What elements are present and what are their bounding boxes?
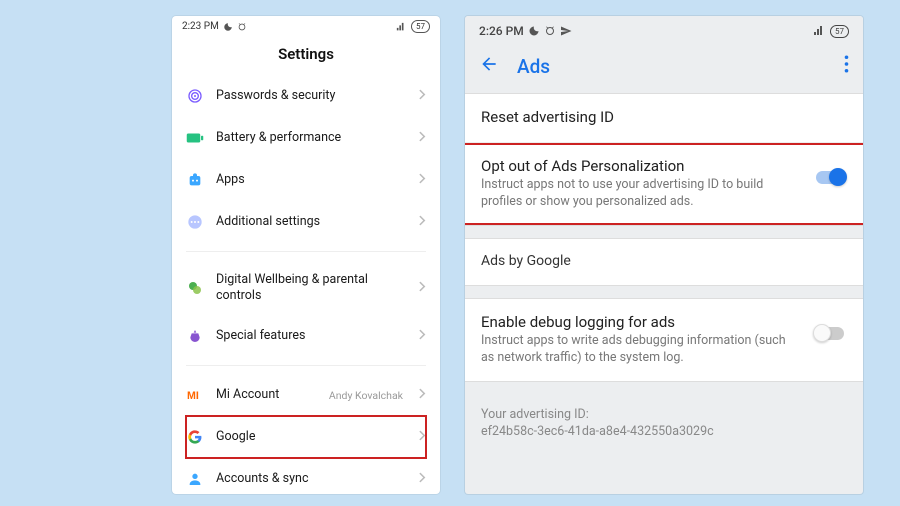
ads-by-google-section: Ads by Google (465, 238, 863, 286)
moon-icon (528, 25, 540, 37)
settings-screen: 2:23 PM 57 Settings Passwords & security… (172, 16, 440, 494)
item-label: Mi Account (216, 387, 317, 403)
divider (186, 251, 426, 252)
alarm-icon (544, 25, 556, 37)
mi-icon: MI (186, 386, 204, 404)
item-description: Instruct apps not to use your advertisin… (481, 177, 801, 211)
settings-list: Passwords & security Battery & performanc… (172, 75, 440, 494)
settings-item-additional-settings[interactable]: Additional settings (186, 201, 426, 243)
item-label: Special features (216, 328, 407, 344)
reset-advertising-id-item[interactable]: Reset advertising ID (465, 94, 863, 143)
special-icon (186, 327, 204, 345)
opt-out-toggle[interactable] (813, 167, 847, 187)
wellbeing-icon (186, 279, 204, 297)
item-value: Andy Kovalchak (329, 389, 403, 402)
alarm-icon (237, 22, 247, 32)
item-label: Battery & performance (216, 130, 407, 146)
battery-indicator: 57 (411, 20, 430, 33)
apps-icon (186, 171, 204, 189)
back-button[interactable] (479, 54, 499, 79)
chevron-right-icon (419, 130, 426, 146)
item-label: Accounts & sync (216, 471, 407, 487)
status-time: 2:23 PM (182, 21, 219, 32)
ads-screen: 2:26 PM 57 Ads Reset advertising ID Opt … (465, 16, 863, 494)
item-label: Additional settings (216, 214, 407, 230)
app-bar: Ads (465, 44, 863, 93)
settings-item-accounts-sync[interactable]: Accounts & sync (186, 458, 426, 494)
item-title: Enable debug logging for ads (481, 313, 801, 331)
item-description: Instruct apps to write ads debugging inf… (481, 333, 801, 367)
chevron-right-icon (419, 328, 426, 344)
item-label: Passwords & security (216, 88, 407, 104)
settings-item-google[interactable]: Google (186, 416, 426, 458)
settings-item-apps[interactable]: Apps (186, 159, 426, 201)
arrow-left-icon (479, 54, 499, 74)
overflow-menu-button[interactable] (844, 55, 849, 78)
more-icon (186, 213, 204, 231)
moon-icon (223, 22, 233, 32)
battery-icon (186, 129, 204, 147)
fingerprint-icon (186, 87, 204, 105)
chevron-right-icon (419, 471, 426, 487)
settings-item-battery-performance[interactable]: Battery & performance (186, 117, 426, 159)
settings-item-special-features[interactable]: Special features (186, 315, 426, 357)
item-title: Opt out of Ads Personalization (481, 157, 801, 175)
chevron-right-icon (419, 214, 426, 230)
more-vert-icon (844, 55, 849, 73)
sync-icon (186, 470, 204, 488)
item-label: Digital Wellbeing & parental controls (216, 272, 407, 303)
settings-item-passwords-security[interactable]: Passwords & security (186, 75, 426, 117)
debug-toggle[interactable] (813, 323, 847, 343)
ads-section-main: Reset advertising ID Opt out of Ads Pers… (465, 93, 863, 226)
ads-by-google-item[interactable]: Ads by Google (465, 239, 863, 285)
google-icon (186, 428, 204, 446)
item-title: Ads by Google (481, 253, 847, 269)
item-label: Google (216, 429, 407, 445)
svg-text:MI: MI (187, 390, 199, 402)
page-title: Settings (172, 35, 440, 75)
settings-item-digital-wellbeing-parental-controls[interactable]: Digital Wellbeing & parental controls (186, 260, 426, 315)
signal-icon (812, 25, 826, 37)
send-icon (560, 25, 572, 37)
footer-label: Your advertising ID: (481, 406, 847, 424)
enable-debug-logging-item[interactable]: Enable debug logging for ads Instruct ap… (465, 299, 863, 381)
toolbar-title: Ads (517, 55, 826, 78)
status-time: 2:26 PM (479, 24, 524, 38)
battery-indicator: 57 (830, 25, 849, 38)
item-label: Apps (216, 172, 407, 188)
chevron-right-icon (419, 172, 426, 188)
settings-item-mi-account[interactable]: MI Mi Account Andy Kovalchak (186, 374, 426, 416)
chevron-right-icon (419, 88, 426, 104)
signal-icon (395, 22, 407, 32)
chevron-right-icon (419, 280, 426, 296)
item-title: Reset advertising ID (481, 108, 847, 126)
opt-out-ads-item[interactable]: Opt out of Ads Personalization Instruct … (465, 143, 863, 225)
chevron-right-icon (419, 387, 426, 403)
status-bar: 2:23 PM 57 (172, 16, 440, 35)
advertising-id-value: ef24b58c-3ec6-41da-a8e4-432550a3029c (481, 423, 847, 441)
chevron-right-icon (419, 429, 426, 445)
divider (186, 365, 426, 366)
advertising-id-footer: Your advertising ID: ef24b58c-3ec6-41da-… (465, 394, 863, 453)
status-bar: 2:26 PM 57 (465, 16, 863, 44)
debug-section: Enable debug logging for ads Instruct ap… (465, 298, 863, 382)
